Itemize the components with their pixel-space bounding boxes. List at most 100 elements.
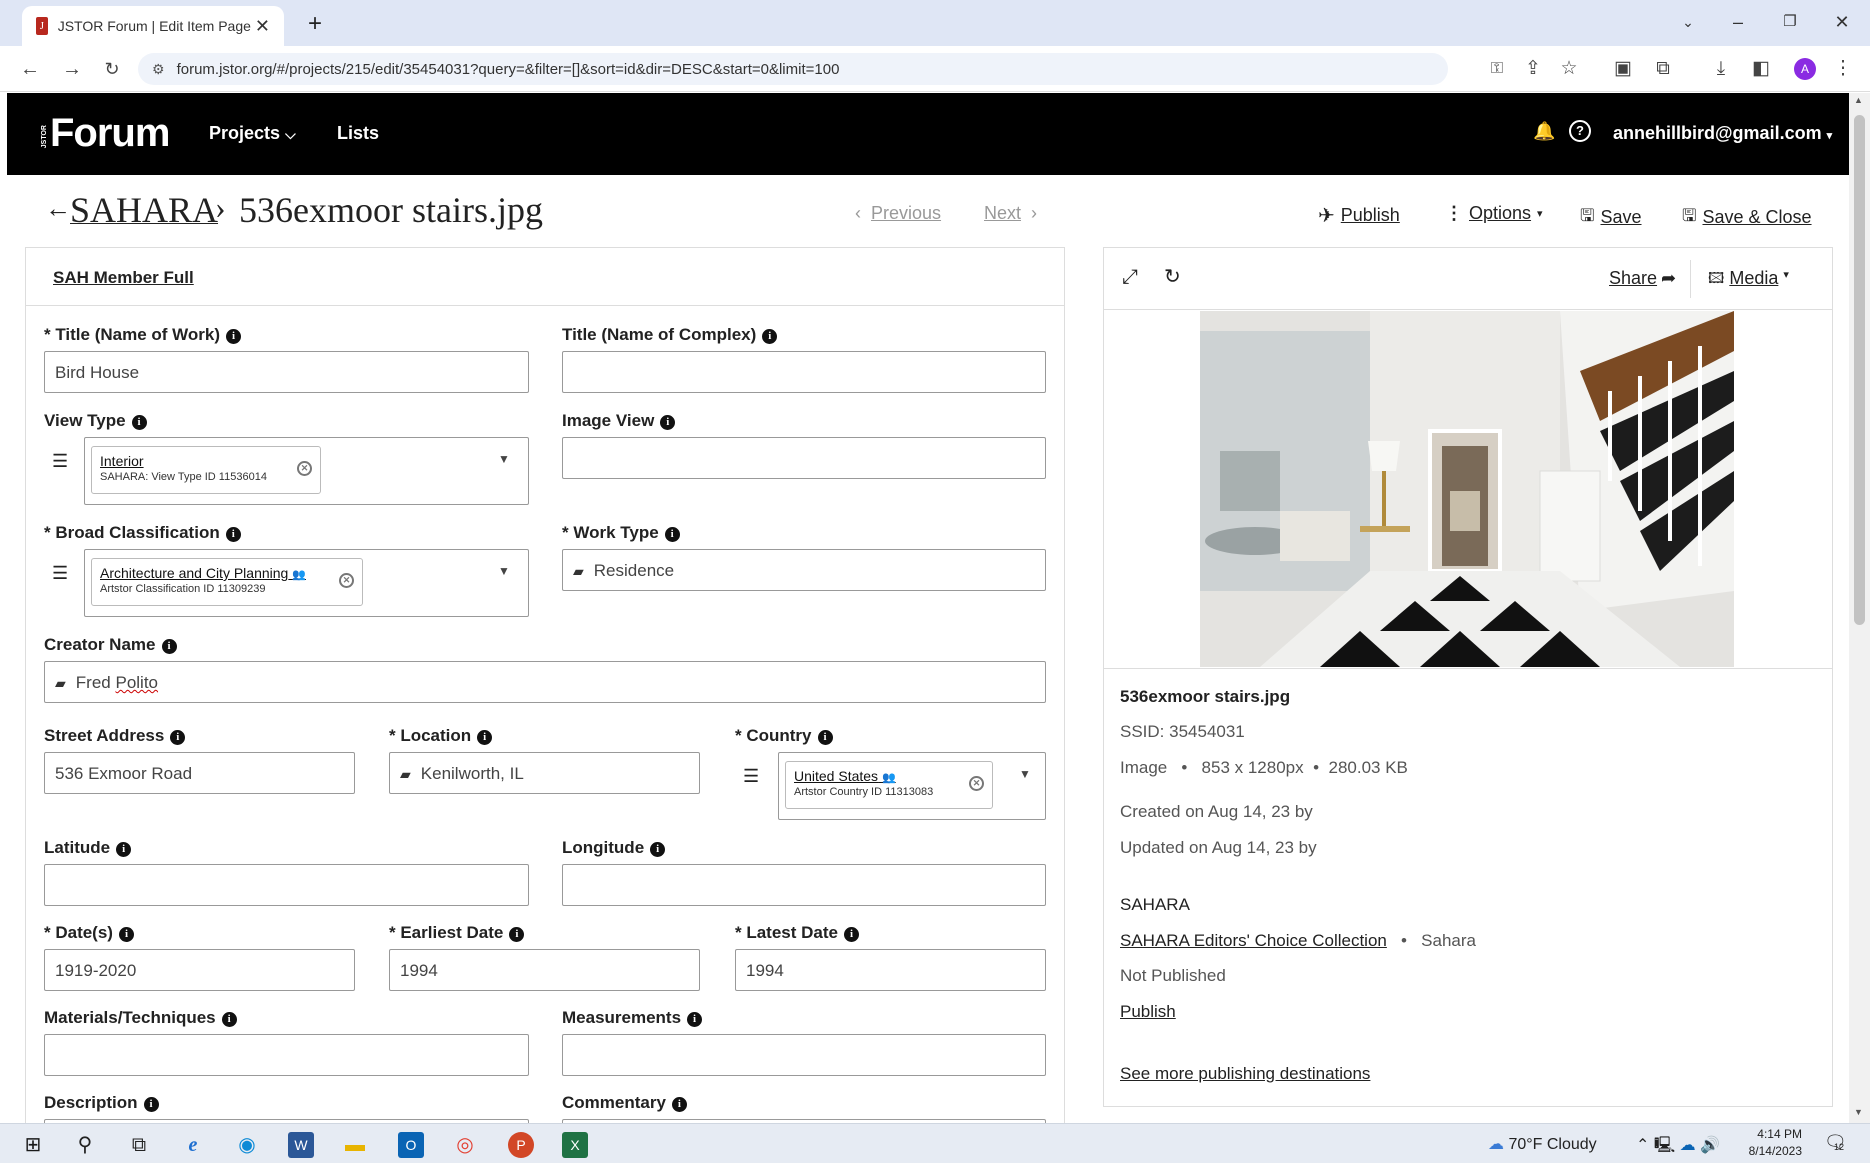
info-icon[interactable]: i [843,927,859,942]
outlook-icon[interactable]: O [398,1132,424,1158]
excel-icon[interactable]: X [562,1132,588,1158]
info-icon[interactable]: i [762,329,778,344]
dropdown-caret-icon[interactable]: ▼ [498,452,510,466]
forum-logo[interactable]: JSTOR Forum [41,111,170,156]
latest-date-input[interactable]: 1994 [735,949,1046,991]
info-icon[interactable]: i [226,329,242,344]
weather-widget[interactable]: ☁ 70°F Cloudy [1488,1134,1597,1154]
info-icon[interactable]: i [221,1012,237,1027]
longitude-input[interactable] [562,864,1046,906]
dropdown-caret-icon[interactable]: ▼ [1019,767,1031,781]
remove-chip-icon[interactable]: ✕ [969,776,984,791]
collection-link[interactable]: SAHARA Editors' Choice Collection [1120,931,1387,950]
more-destinations-link[interactable]: See more publishing destinations [1120,1064,1370,1084]
projects-menu[interactable]: Projects ⌵ [209,123,296,144]
notification-bell-icon[interactable]: 🔔 [1533,121,1555,142]
measurements-input[interactable] [562,1034,1046,1076]
share-page-icon[interactable]: ⇪ [1520,58,1546,80]
side-panel-icon[interactable]: ◧ [1748,58,1774,80]
previous-button[interactable]: ‹ Previous [855,203,941,224]
scrollbar-thumb[interactable] [1854,115,1865,625]
image-view-input[interactable] [562,437,1046,479]
info-icon[interactable]: i [817,730,833,745]
password-key-icon[interactable]: ⚿ [1484,58,1510,80]
restore-button[interactable]: ❐ [1770,8,1810,36]
work-type-input[interactable]: ▰ Residence [562,549,1046,591]
options-menu[interactable]: ⋮ Options ▾ [1445,203,1543,224]
street-address-input[interactable]: 536 Exmoor Road [44,752,355,794]
list-icon[interactable]: ☰ [52,451,68,472]
profile-avatar[interactable]: A [1794,58,1816,80]
scroll-down-icon[interactable]: ▼ [1854,1107,1863,1117]
info-icon[interactable]: i [664,527,680,542]
file-explorer-icon[interactable]: ▬ [342,1132,368,1158]
search-icon[interactable]: ⚲ [72,1132,98,1158]
media-menu[interactable]: 🖾 Media ▾ [1708,268,1789,293]
info-icon[interactable]: i [170,730,186,745]
user-menu[interactable]: annehillbird@gmail.com ▾ [1613,123,1832,144]
next-button[interactable]: Next › [984,203,1037,224]
info-icon[interactable]: i [143,1097,159,1112]
info-icon[interactable]: i [477,730,493,745]
extensions-puzzle-icon[interactable]: ⧉ [1650,58,1676,80]
word-icon[interactable]: W [288,1132,314,1158]
form-template-title[interactable]: SAH Member Full [53,268,194,288]
info-icon[interactable]: i [660,415,676,430]
info-icon[interactable]: i [116,842,132,857]
download-icon[interactable]: ⤓ [1708,58,1734,80]
view-type-lookup[interactable]: Interior SAHARA: View Type ID 11536014 ✕… [84,437,529,505]
browser-tab[interactable]: J JSTOR Forum | Edit Item Page ✕ [22,6,284,46]
tab-search-icon[interactable]: ⌄ [1668,8,1708,36]
save-button[interactable]: 🖫 Save [1580,203,1642,232]
location-input[interactable]: ▰ Kenilworth, IL [389,752,700,794]
remove-chip-icon[interactable]: ✕ [297,461,312,476]
dates-input[interactable]: 1919-2020 [44,949,355,991]
reload-icon[interactable]: ↻ [98,56,126,82]
bookmark-star-icon[interactable]: ☆ [1556,58,1582,80]
info-icon[interactable]: i [225,527,241,542]
list-icon[interactable]: ☰ [52,563,68,584]
browser-menu-icon[interactable]: ⋮ [1830,58,1856,80]
back-icon[interactable]: ← [16,56,44,82]
lists-link[interactable]: Lists [337,123,379,144]
task-view-icon[interactable]: ⧉ [126,1132,152,1158]
materials-input[interactable] [44,1034,529,1076]
powerpoint-icon[interactable]: P [508,1132,534,1158]
list-icon[interactable]: ☰ [743,766,759,787]
forward-icon[interactable]: → [58,56,86,82]
info-icon[interactable]: i [131,415,147,430]
info-icon[interactable]: i [650,842,666,857]
taskbar-clock[interactable]: 4:14 PM 8/14/2023 [1744,1126,1802,1160]
back-arrow-icon[interactable]: ← [45,193,71,224]
close-tab-icon[interactable]: ✕ [251,16,274,37]
title-work-input[interactable]: Bird House [44,351,529,393]
info-icon[interactable]: i [118,927,134,942]
windows-start-icon[interactable]: ⊞ [20,1132,46,1158]
info-icon[interactable]: i [687,1012,703,1027]
info-icon[interactable]: i [509,927,525,942]
site-settings-icon[interactable]: ⚙ [152,61,165,78]
publish-link[interactable]: Publish [1120,1002,1176,1022]
save-close-button[interactable]: 🖫 Save & Close [1682,203,1812,232]
remove-chip-icon[interactable]: ✕ [339,573,354,588]
share-button[interactable]: Share ➦ [1609,268,1676,289]
chrome-icon[interactable]: ◎ [452,1132,478,1158]
title-complex-input[interactable] [562,351,1046,393]
page-scrollbar[interactable]: ▲ ▼ [1849,93,1870,1123]
rotate-icon[interactable]: ↻ [1164,264,1181,289]
info-icon[interactable]: i [671,1097,687,1112]
internet-explorer-icon[interactable]: e [180,1132,206,1158]
broad-classification-lookup[interactable]: Architecture and City Planning 👥 Artstor… [84,549,529,617]
help-icon[interactable]: ? [1569,120,1591,142]
close-window-button[interactable]: ✕ [1822,8,1862,36]
publish-button[interactable]: ✈ Publish [1318,203,1400,228]
info-icon[interactable]: i [161,639,177,654]
breadcrumb-project[interactable]: SAHARA [70,189,218,231]
media-preview-image[interactable] [1200,311,1734,667]
minimize-button[interactable]: – [1718,8,1758,36]
extension-icon[interactable]: ▣ [1610,58,1636,80]
country-lookup[interactable]: United States 👥 Artstor Country ID 11313… [778,752,1046,820]
address-bar[interactable]: ⚙ forum.jstor.org/#/projects/215/edit/35… [138,53,1448,85]
notification-center-icon[interactable]: 🗨 12 [1824,1132,1847,1153]
new-tab-button[interactable]: + [300,10,330,40]
